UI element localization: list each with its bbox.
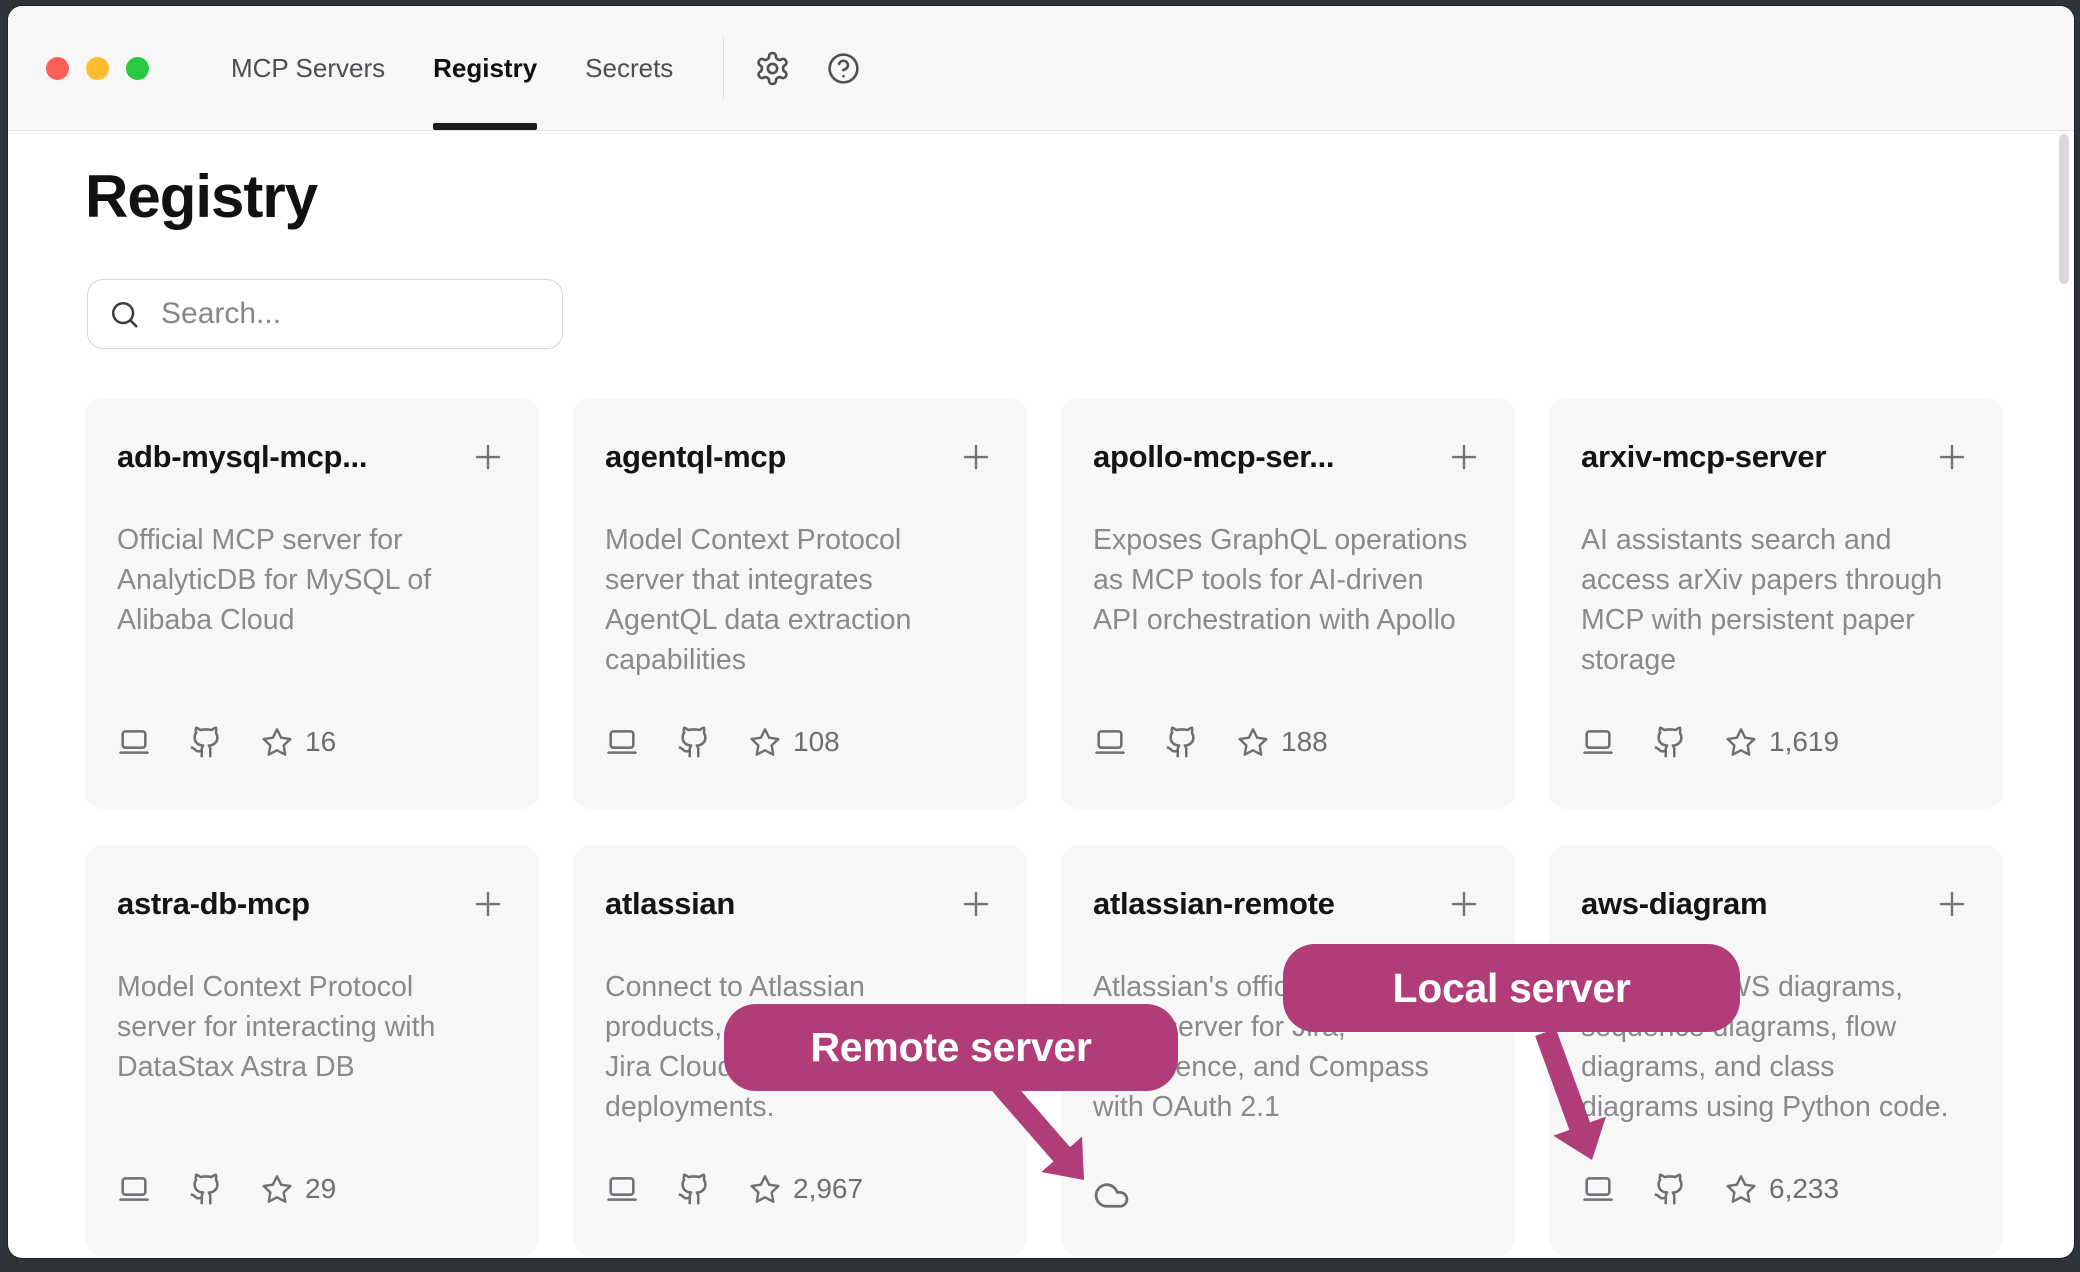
card-footer: 188 [1093,725,1328,759]
server-card[interactable]: astra-db-mcp Model Context Protocol serv… [85,845,539,1256]
card-title: atlassian [605,886,735,922]
registry-grid: adb-mysql-mcp... Official MCP server for… [85,398,2074,1256]
traffic-lights [46,57,149,80]
laptop-icon [117,1172,151,1206]
cloud-icon [1093,1177,1130,1214]
plus-icon [1933,438,1971,476]
star-icon [1725,1173,1757,1205]
card-footer: 16 [117,725,336,759]
card-footer: 2,967 [605,1172,863,1206]
github-icon [677,725,711,759]
card-title: aws-diagram [1581,886,1767,922]
remote-server-callout: Remote server [724,1004,1178,1091]
zoom-button[interactable] [126,57,149,80]
close-button[interactable] [46,57,69,80]
github-icon [1165,725,1199,759]
laptop-icon [605,725,639,759]
toolbar-divider [723,37,724,99]
card-description: Model Context Protocol server for intera… [117,967,507,1087]
laptop-icon [117,725,151,759]
github-icon [677,1172,711,1206]
plus-icon [1445,885,1483,923]
github-icon [1653,725,1687,759]
card-footer: 6,233 [1581,1172,1839,1206]
plus-icon [469,885,507,923]
star-count: 6,233 [1769,1173,1839,1205]
scrollbar-thumb[interactable] [2059,134,2069,284]
help-icon [825,50,862,87]
star-icon [261,726,293,758]
laptop-icon [605,1172,639,1206]
github-icon [189,725,223,759]
registry-page: Registry adb-mysql-mcp... Official MCP s… [8,165,2074,1256]
star-icon [261,1173,293,1205]
add-server-button[interactable] [957,438,995,476]
card-title: astra-db-mcp [117,886,310,922]
plus-icon [957,438,995,476]
page-title: Registry [85,165,2074,229]
star-icon [749,726,781,758]
add-server-button[interactable] [1933,885,1971,923]
search-input[interactable] [159,296,542,332]
titlebar: MCP Servers Registry Secrets [8,6,2074,131]
plus-icon [1933,885,1971,923]
card-footer [1093,1177,1130,1214]
add-server-button[interactable] [469,885,507,923]
search-icon [108,298,141,331]
gear-icon [754,50,791,87]
laptop-icon [1581,1172,1615,1206]
card-title: atlassian-remote [1093,886,1335,922]
server-card[interactable]: aws-diagram Generate AWS diagrams, seque… [1549,845,2003,1256]
server-card[interactable]: apollo-mcp-ser... Exposes GraphQL operat… [1061,398,1515,809]
card-description: Exposes GraphQL operations as MCP tools … [1093,520,1483,640]
card-description: AI assistants search and access arXiv pa… [1581,520,1971,680]
star-count: 2,967 [793,1173,863,1205]
star-icon [1237,726,1269,758]
laptop-icon [1581,725,1615,759]
plus-icon [957,885,995,923]
github-icon [189,1172,223,1206]
search-box[interactable] [87,279,563,349]
github-icon [1653,1172,1687,1206]
local-server-callout: Local server [1283,944,1740,1032]
main-tabs: MCP Servers Registry Secrets [207,6,697,130]
tab-registry[interactable]: Registry [409,6,561,130]
laptop-icon [1093,725,1127,759]
star-count: 108 [793,726,840,758]
add-server-button[interactable] [1445,885,1483,923]
minimize-button[interactable] [86,57,109,80]
star-count: 16 [305,726,336,758]
card-title: apollo-mcp-ser... [1093,439,1334,475]
card-footer: 29 [117,1172,336,1206]
help-button[interactable] [825,50,862,87]
server-card[interactable]: adb-mysql-mcp... Official MCP server for… [85,398,539,809]
star-icon [749,1173,781,1205]
tab-mcp-servers[interactable]: MCP Servers [207,6,409,130]
add-server-button[interactable] [469,438,507,476]
plus-icon [1445,438,1483,476]
star-count: 188 [1281,726,1328,758]
card-footer: 1,619 [1581,725,1839,759]
card-title: adb-mysql-mcp... [117,439,367,475]
add-server-button[interactable] [1933,438,1971,476]
card-description: Official MCP server for AnalyticDB for M… [117,520,507,640]
settings-button[interactable] [754,50,791,87]
star-count: 29 [305,1173,336,1205]
tab-secrets[interactable]: Secrets [561,6,697,130]
server-card[interactable]: agentql-mcp Model Context Protocol serve… [573,398,1027,809]
plus-icon [469,438,507,476]
star-icon [1725,726,1757,758]
app-window: MCP Servers Registry Secrets [8,6,2074,1258]
star-count: 1,619 [1769,726,1839,758]
card-footer: 108 [605,725,840,759]
add-server-button[interactable] [957,885,995,923]
add-server-button[interactable] [1445,438,1483,476]
card-title: agentql-mcp [605,439,786,475]
card-title: arxiv-mcp-server [1581,439,1826,475]
server-card[interactable]: arxiv-mcp-server AI assistants search an… [1549,398,2003,809]
card-description: Model Context Protocol server that integ… [605,520,995,680]
